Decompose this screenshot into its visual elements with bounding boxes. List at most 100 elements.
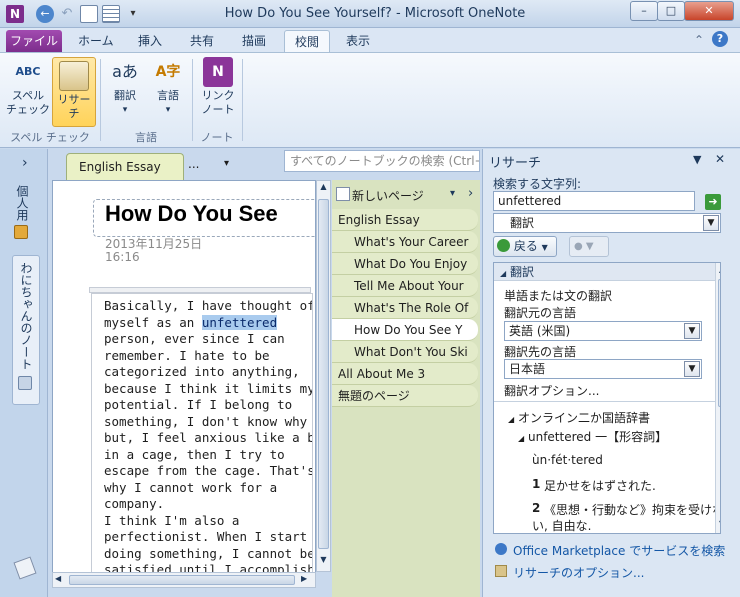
minimize-ribbon-icon[interactable]: ⌃ bbox=[694, 33, 704, 47]
back-button-label: 戻る bbox=[513, 239, 538, 253]
tab-share[interactable]: 共有 bbox=[180, 30, 224, 52]
onenote-app-icon[interactable]: N bbox=[6, 5, 24, 23]
body-line: but, I feel anxious like a bird bbox=[104, 430, 312, 445]
body-line: doing something, I cannot be bbox=[104, 545, 313, 561]
help-icon[interactable]: ? bbox=[712, 31, 728, 47]
expand-navigation-icon[interactable]: › bbox=[22, 155, 28, 171]
page-horizontal-scrollbar[interactable]: ◀ ▶ bbox=[52, 572, 316, 588]
translation-options-link[interactable]: 翻訳オプション... bbox=[504, 382, 599, 399]
body-line: myself as an unfettered bbox=[104, 314, 278, 330]
research-search-input[interactable]: unfettered bbox=[493, 191, 695, 211]
highlighted-word[interactable]: unfettered bbox=[201, 314, 278, 330]
back-button[interactable]: 戻る ▼ bbox=[493, 236, 557, 257]
page-tabs-panel: 新しいページ ▾ › English Essay What's Your Car… bbox=[332, 180, 480, 597]
tab-draw[interactable]: 描画 bbox=[232, 30, 276, 52]
scroll-left-icon[interactable]: ◀ bbox=[55, 574, 61, 583]
page-tab-english-essay[interactable]: English Essay bbox=[332, 209, 478, 231]
body-line: remember. I hate to be bbox=[104, 347, 270, 363]
reference-service-select[interactable]: 翻訳 ▼ bbox=[493, 213, 721, 233]
scroll-right-icon[interactable]: ▶ bbox=[301, 574, 307, 583]
tab-home[interactable]: ホーム bbox=[68, 30, 124, 52]
new-page-button[interactable]: 新しいページ bbox=[352, 187, 424, 204]
page-tab-tell-me-about-your[interactable]: Tell Me About Your bbox=[332, 275, 478, 297]
tab-insert[interactable]: 挿入 bbox=[128, 30, 172, 52]
spelling-button[interactable]: ABC スペル チェック bbox=[6, 57, 50, 125]
research-button[interactable]: リサーチ bbox=[52, 57, 96, 127]
chevron-down-icon[interactable]: ▼ bbox=[703, 215, 719, 231]
research-options-link[interactable]: リサーチのオプション... bbox=[513, 564, 644, 581]
body-line: person, ever since I can bbox=[104, 331, 285, 346]
office-marketplace-link[interactable]: Office Marketplace でサービスを検索 bbox=[513, 542, 725, 559]
page-tab-what-do-you-enjoy[interactable]: What Do You Enjoy bbox=[332, 253, 478, 275]
page-canvas[interactable]: How Do You See 2013年11月25日 16:16 Basical… bbox=[52, 180, 316, 588]
body-line: perfectionist. When I start bbox=[104, 529, 308, 544]
translate-icon: aあ bbox=[112, 62, 138, 81]
start-search-icon[interactable]: ➜ bbox=[705, 194, 721, 210]
scroll-down-icon[interactable]: ▼ bbox=[318, 555, 329, 569]
marketplace-icon bbox=[495, 543, 507, 555]
dictionary-node[interactable]: ◢ オンライン二か国語辞書 bbox=[508, 409, 650, 426]
page-tab-whats-your-career[interactable]: What's Your Career bbox=[332, 231, 478, 253]
body-line: in a cage, then I try to bbox=[104, 446, 285, 462]
pane-close-icon[interactable]: ✕ bbox=[715, 152, 725, 166]
collapse-icon: ◢ bbox=[508, 415, 515, 424]
language-button[interactable]: A字 言語 ▾ bbox=[148, 57, 188, 125]
notebook-wanichan[interactable]: わにちゃんのノート bbox=[12, 255, 40, 405]
minimize-button[interactable]: – bbox=[630, 1, 658, 21]
results-scrollbar[interactable]: ▲ ▼ bbox=[715, 263, 720, 533]
unfiled-notes-icon[interactable] bbox=[13, 556, 37, 580]
page-vertical-scrollbar[interactable]: ▲ ▼ bbox=[316, 180, 331, 572]
page-tab-untitled[interactable]: 無題のページ bbox=[332, 385, 478, 407]
full-page-view-icon[interactable] bbox=[102, 5, 120, 23]
tab-view[interactable]: 表示 bbox=[336, 30, 380, 52]
pane-options-icon[interactable]: ▼ bbox=[693, 153, 701, 166]
forward-button[interactable]: ● ▼ bbox=[569, 236, 609, 257]
source-language-select[interactable]: 英語 (米国) ▼ bbox=[504, 321, 702, 341]
source-language-value: 英語 (米国) bbox=[509, 324, 571, 338]
body-line: something, I don't know why bbox=[104, 413, 308, 429]
entry-node[interactable]: ◢ unfettered 一【形容詞】 bbox=[518, 428, 667, 445]
chevron-down-icon[interactable]: ▼ bbox=[684, 323, 700, 339]
section-tab-english-essay[interactable]: English Essay bbox=[66, 153, 184, 180]
translate-button[interactable]: aあ 翻訳 ▾ bbox=[106, 57, 144, 125]
new-page-dropdown-icon[interactable]: ▾ bbox=[450, 188, 455, 199]
scroll-thumb[interactable] bbox=[718, 279, 720, 407]
tab-review[interactable]: 校閲 bbox=[284, 30, 331, 52]
page-tab-how-do-you-see[interactable]: How Do You See Y bbox=[332, 319, 478, 341]
scroll-thumb[interactable] bbox=[318, 199, 329, 549]
notebook-wanichan-label: わにちゃんのノート bbox=[19, 262, 33, 370]
notebook-personal[interactable]: 個人用 bbox=[14, 185, 36, 255]
language-globe-icon: A字 bbox=[155, 64, 181, 80]
more-sections-button[interactable]: ... bbox=[188, 157, 199, 171]
chevron-down-icon[interactable]: ▼ bbox=[684, 361, 700, 377]
page-tab-whats-the-role-of[interactable]: What's The Role Of bbox=[332, 297, 478, 319]
linked-notes-label-1: リンク bbox=[201, 89, 235, 102]
undo-icon[interactable]: ↶ bbox=[58, 5, 76, 23]
back-icon[interactable]: ← bbox=[36, 5, 54, 23]
hscroll-thumb[interactable] bbox=[69, 575, 295, 585]
sections-dropdown-icon[interactable]: ▾ bbox=[224, 158, 229, 169]
customize-qat-icon[interactable]: ▾ bbox=[124, 5, 142, 23]
dock-to-desktop-icon[interactable] bbox=[80, 5, 98, 23]
definition-1-number: 1 bbox=[532, 477, 541, 491]
tab-file[interactable]: ファイル bbox=[6, 30, 62, 52]
page-title[interactable]: How Do You See bbox=[105, 201, 278, 227]
body-line: potential. If I belong to bbox=[104, 397, 293, 412]
page-tab-what-dont-you-ski[interactable]: What Don't You Ski bbox=[332, 341, 478, 363]
note-container[interactable]: Basically, I have thought of myself as a… bbox=[91, 293, 313, 587]
definition-2-number: 2 bbox=[532, 501, 541, 515]
scroll-down-icon[interactable]: ▼ bbox=[719, 519, 720, 528]
scroll-up-icon[interactable]: ▲ bbox=[318, 182, 329, 196]
collapse-page-tabs-icon[interactable]: › bbox=[468, 186, 473, 201]
language-dropdown-icon: ▾ bbox=[165, 105, 171, 115]
scroll-up-icon[interactable]: ▲ bbox=[719, 265, 720, 274]
page-tab-all-about-me-3[interactable]: All About Me 3 bbox=[332, 363, 478, 385]
linked-notes-button[interactable]: N リンク ノート bbox=[198, 57, 238, 125]
maximize-button[interactable]: □ bbox=[657, 1, 685, 21]
dictionary-label: オンライン二か国語辞書 bbox=[517, 411, 650, 425]
research-pane: リサーチ ▼ ✕ 検索する文字列: unfettered ➜ 翻訳 ▼ 戻る ▼… bbox=[482, 149, 740, 597]
target-language-select[interactable]: 日本語 ▼ bbox=[504, 359, 702, 379]
close-window-button[interactable]: ✕ bbox=[684, 1, 734, 21]
translation-section-header[interactable]: ◢ 翻訳 bbox=[494, 263, 715, 281]
search-input[interactable]: すべてのノートブックの検索 (Ctrl+E) bbox=[284, 150, 480, 172]
